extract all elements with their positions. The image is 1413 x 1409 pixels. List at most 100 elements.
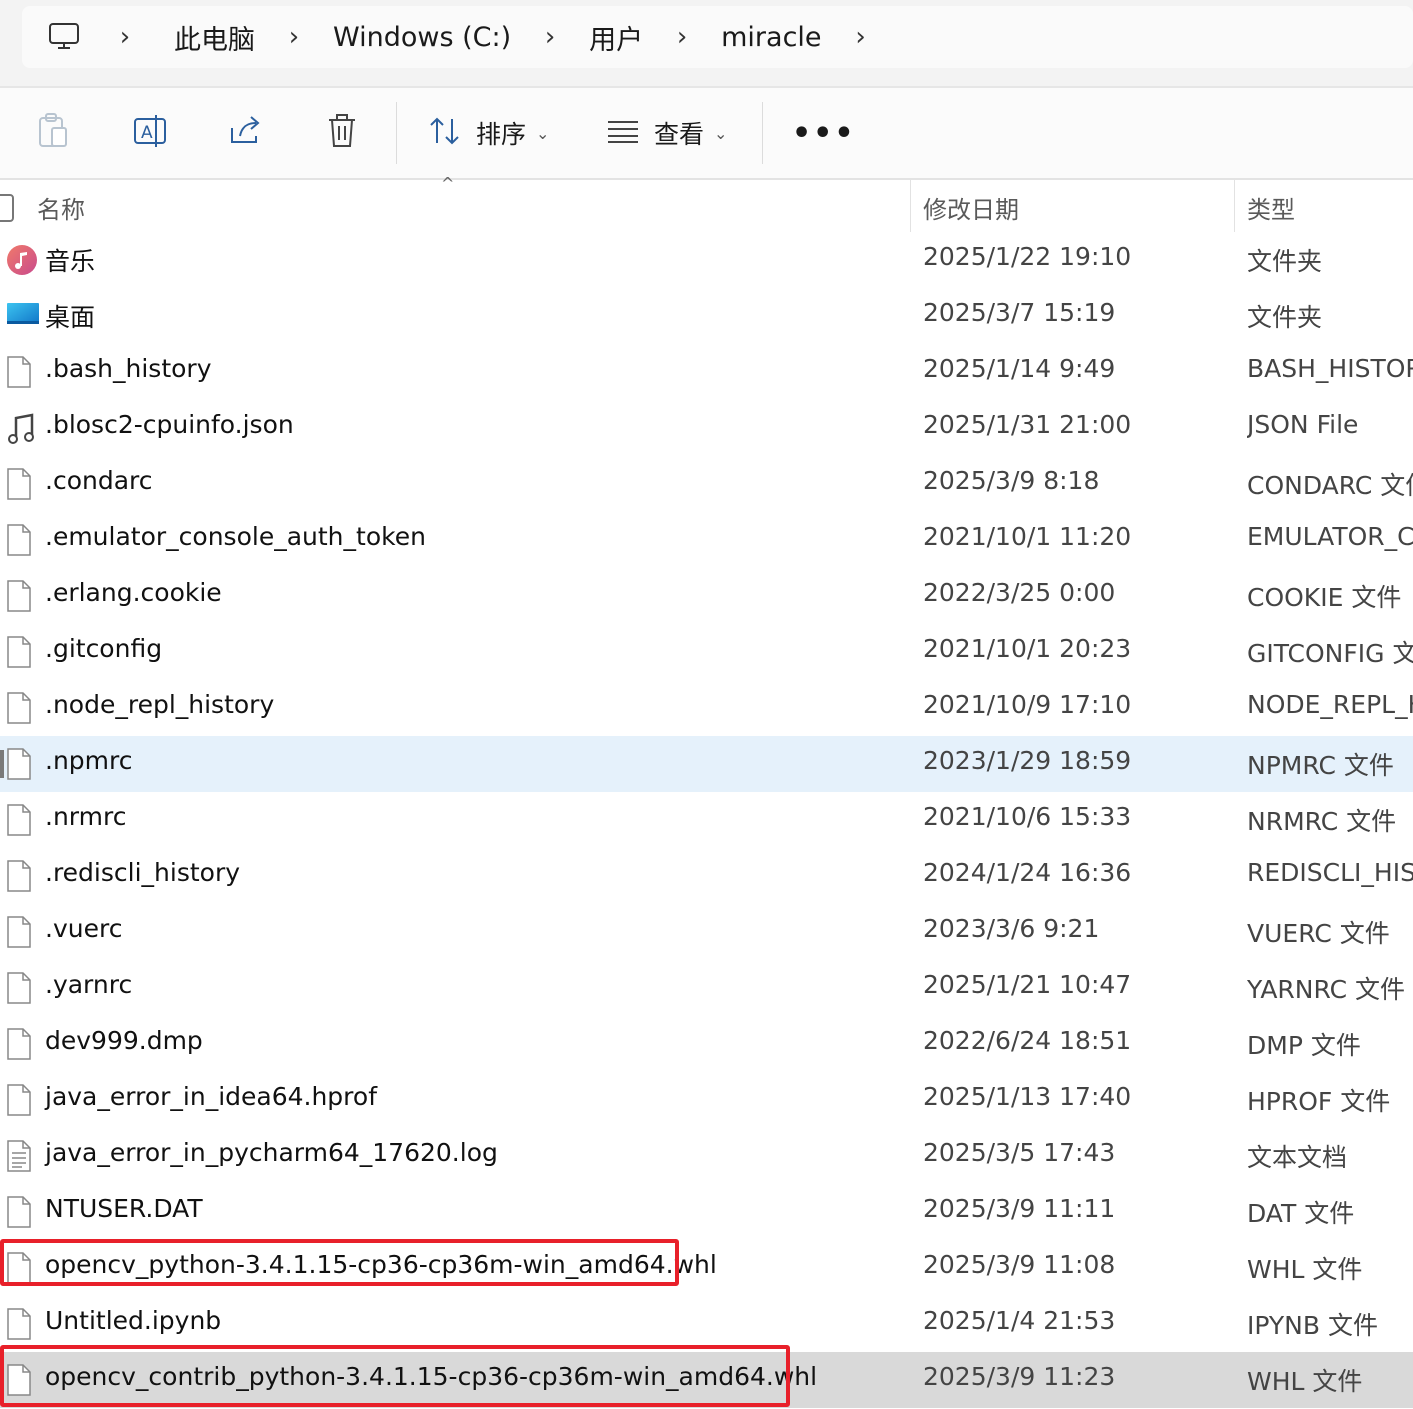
file-name[interactable]: .nrmrc: [45, 802, 126, 831]
file-name[interactable]: .blosc2-cpuinfo.json: [45, 410, 294, 439]
rename-icon: A: [132, 113, 170, 153]
file-name[interactable]: 桌面: [45, 298, 95, 334]
file-date: 2025/3/9 8:18: [923, 466, 1100, 495]
file-name[interactable]: .vuerc: [45, 914, 122, 943]
file-date: 2023/3/6 9:21: [923, 914, 1100, 943]
file-name[interactable]: .condarc: [45, 466, 153, 495]
chevron-right-icon[interactable]: ›: [531, 22, 569, 52]
file-name[interactable]: .yarnrc: [45, 970, 132, 999]
breadcrumb-users[interactable]: 用户: [589, 18, 643, 57]
file-row[interactable]: .blosc2-cpuinfo.json 2025/1/31 21:00 JSON …: [0, 400, 1413, 456]
file-name[interactable]: 音乐: [45, 242, 95, 278]
file-name[interactable]: .npmrc: [45, 746, 133, 775]
file-name[interactable]: .node_repl_history: [45, 690, 274, 719]
file-name[interactable]: NTUSER.DAT: [45, 1194, 203, 1223]
file-name[interactable]: .emulator_console_auth_token: [45, 522, 426, 551]
column-header-date[interactable]: 修改日期: [923, 190, 1019, 225]
chevron-down-icon: ⌄: [536, 123, 550, 143]
file-date: 2022/3/25 0:00: [923, 578, 1116, 607]
command-bar: A 排序 ⌄ 查看 ⌄ •••: [0, 88, 1413, 180]
file-row[interactable]: dev999.dmp 2022/6/24 18:51 DMP 文件: [0, 1016, 1413, 1072]
file-date: 2023/1/29 18:59: [923, 746, 1132, 775]
chevron-right-icon[interactable]: ›: [663, 22, 701, 52]
file-icon: [6, 972, 38, 1004]
delete-button[interactable]: [326, 108, 358, 158]
file-row[interactable]: 桌面 2025/3/7 15:19 文件夹: [0, 288, 1413, 344]
file-date: 2025/1/21 10:47: [923, 970, 1132, 999]
file-name[interactable]: java_error_in_idea64.hprof: [45, 1082, 377, 1111]
breadcrumb-miracle[interactable]: miracle: [721, 22, 821, 53]
file-name[interactable]: .rediscli_history: [45, 858, 240, 887]
file-date: 2025/3/9 11:11: [923, 1194, 1116, 1223]
file-name[interactable]: java_error_in_pycharm64_17620.log: [45, 1138, 498, 1167]
file-type: JSON File: [1247, 410, 1359, 439]
file-icon: [6, 1028, 38, 1060]
file-row[interactable]: .condarc 2025/3/9 8:18 CONDARC 文件: [0, 456, 1413, 512]
column-divider[interactable]: [1234, 180, 1235, 232]
more-icon: •••: [792, 115, 856, 151]
file-type: IPYNB 文件: [1247, 1311, 1378, 1340]
chevron-right-icon[interactable]: ›: [842, 22, 880, 52]
file-row[interactable]: java_error_in_pycharm64_17620.log 2025/3/…: [0, 1128, 1413, 1184]
toolbar-separator: [762, 102, 763, 164]
view-button[interactable]: 查看 ⌄: [606, 108, 727, 158]
file-icon: [6, 804, 38, 836]
file-name[interactable]: dev999.dmp: [45, 1026, 203, 1055]
column-header-type[interactable]: 类型: [1247, 190, 1295, 225]
file-type: VUERC 文件: [1247, 919, 1390, 948]
column-divider[interactable]: [910, 180, 911, 232]
file-row[interactable]: NTUSER.DAT 2025/3/9 11:11 DAT 文件: [0, 1184, 1413, 1240]
file-type: NPMRC 文件: [1247, 751, 1394, 780]
select-all-checkbox[interactable]: [0, 194, 14, 222]
share-button[interactable]: [228, 108, 264, 158]
file-name[interactable]: .gitconfig: [45, 634, 162, 663]
file-icon: [6, 1084, 38, 1116]
trash-icon: [326, 113, 358, 153]
address-bar-area: › 此电脑 › Windows (C:) › 用户 › miracle ›: [0, 0, 1413, 88]
file-row[interactable]: .yarnrc 2025/1/21 10:47 YARNRC 文件: [0, 960, 1413, 1016]
breadcrumb-drive-c[interactable]: Windows (C:): [333, 22, 511, 53]
file-date: 2025/3/9 11:23: [923, 1362, 1116, 1391]
sort-button[interactable]: 排序 ⌄: [428, 108, 549, 158]
file-type: NRMRC 文件: [1247, 807, 1397, 836]
file-type: HPROF 文件: [1247, 1087, 1391, 1116]
address-bar[interactable]: › 此电脑 › Windows (C:) › 用户 › miracle ›: [22, 6, 1413, 68]
sort-ascending-icon: ^: [441, 174, 455, 193]
file-row[interactable]: .erlang.cookie 2022/3/25 0:00 COOKIE 文件: [0, 568, 1413, 624]
file-row[interactable]: .nrmrc 2021/10/6 15:33 NRMRC 文件: [0, 792, 1413, 848]
more-options-button[interactable]: •••: [792, 108, 856, 158]
toolbar-separator: [396, 102, 397, 164]
file-date: 2022/6/24 18:51: [923, 1026, 1132, 1055]
file-type: COOKIE 文件: [1247, 583, 1402, 612]
file-icon: [6, 580, 38, 612]
paste-button[interactable]: [36, 108, 70, 158]
file-row[interactable]: 音乐 2025/1/22 19:10 文件夹: [0, 232, 1413, 288]
json-file-icon: [6, 412, 38, 444]
file-name[interactable]: .bash_history: [45, 354, 212, 383]
column-header-name[interactable]: 名称: [37, 190, 85, 225]
view-label: 查看: [654, 120, 705, 149]
file-row[interactable]: .bash_history 2025/1/14 9:49 BASH_HISTORY: [0, 344, 1413, 400]
file-row[interactable]: .gitconfig 2021/10/1 20:23 GITCONFIG 文件: [0, 624, 1413, 680]
file-name[interactable]: .erlang.cookie: [45, 578, 222, 607]
file-icon: [6, 692, 38, 724]
clipboard-icon: [36, 112, 70, 154]
chevron-right-icon[interactable]: ›: [275, 22, 313, 52]
file-row[interactable]: .npmrc 2023/1/29 18:59 NPMRC 文件: [0, 736, 1413, 792]
file-icon: [6, 860, 38, 892]
breadcrumb-this-pc[interactable]: 此电脑: [174, 18, 255, 57]
file-row[interactable]: .node_repl_history 2021/10/9 17:10 NODE_RE…: [0, 680, 1413, 736]
file-row[interactable]: java_error_in_idea64.hprof 2025/1/13 17:4…: [0, 1072, 1413, 1128]
file-date: 2024/1/24 16:36: [923, 858, 1132, 887]
file-row[interactable]: Untitled.ipynb 2025/1/4 21:53 IPYNB 文件: [0, 1296, 1413, 1352]
chevron-right-icon[interactable]: ›: [106, 22, 144, 52]
rename-button[interactable]: A: [132, 108, 170, 158]
computer-icon[interactable]: [44, 17, 84, 57]
file-row[interactable]: .vuerc 2023/3/6 9:21 VUERC 文件: [0, 904, 1413, 960]
file-date: 2021/10/9 17:10: [923, 690, 1132, 719]
file-row[interactable]: .emulator_console_auth_token 2021/10/1 11…: [0, 512, 1413, 568]
file-name[interactable]: Untitled.ipynb: [45, 1306, 221, 1335]
file-row[interactable]: .rediscli_history 2024/1/24 16:36 REDISCLI…: [0, 848, 1413, 904]
sort-icon: [428, 115, 462, 151]
share-icon: [228, 114, 264, 152]
